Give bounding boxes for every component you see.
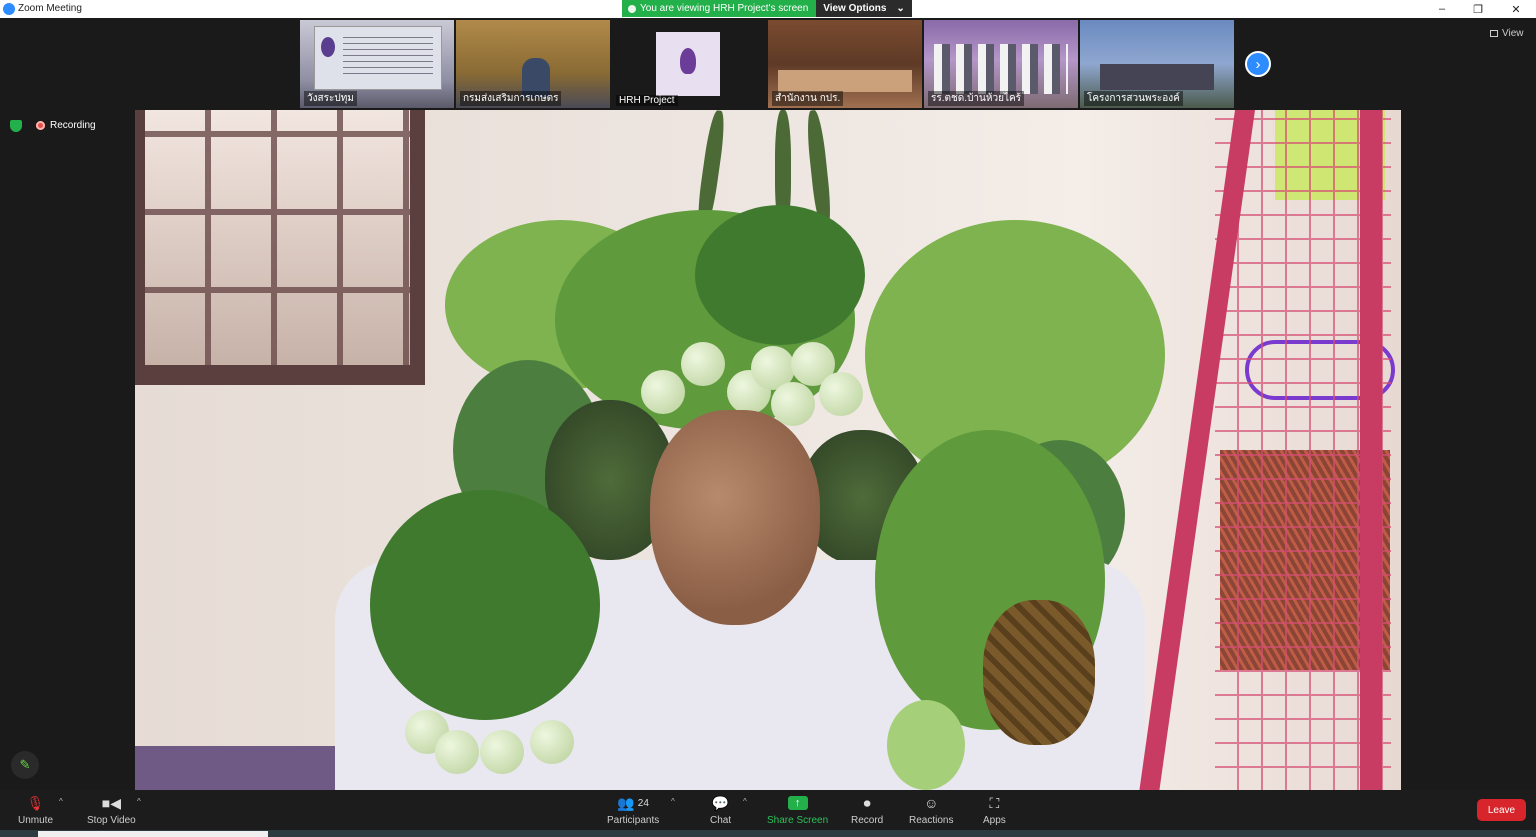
record-icon: ⏺ [863, 794, 871, 811]
recording-label: Recording [50, 120, 96, 131]
share-screen-icon: ↑ [787, 794, 808, 812]
chat-caret-icon[interactable]: ^ [743, 797, 747, 806]
share-screen-button[interactable]: ↑ Share Screen [767, 794, 828, 826]
shared-slide-image [314, 26, 442, 90]
stop-video-label: Stop Video [87, 815, 136, 826]
chat-bubble-icon: 💬 [711, 794, 730, 811]
screen-share-banner: You are viewing HRH Project's screen [622, 0, 816, 17]
close-button[interactable]: ✕ [1498, 0, 1534, 18]
participant-name: HRH Project [616, 95, 678, 106]
participant-name: วังสระปทุม [304, 91, 357, 106]
participant-name: กรมส่งเสริมการเกษตร [460, 91, 562, 106]
view-options-button[interactable]: View Options ⌄ [816, 0, 912, 17]
apps-icon: ⛶ [989, 794, 1000, 811]
participant-tile[interactable]: สำนักงาน กปร. [768, 20, 922, 108]
record-dot-icon [36, 121, 45, 130]
participant-name: รร.ตชด.บ้านห้วยไคร้ [928, 91, 1025, 106]
speaker-icon [628, 4, 636, 13]
next-page-button[interactable]: › [1245, 51, 1271, 77]
participant-video [1100, 64, 1214, 90]
view-label: View [1502, 28, 1524, 39]
window-title: Zoom Meeting [18, 3, 82, 14]
participant-tile[interactable]: HRH Project [612, 20, 766, 108]
share-banner-text: You are viewing HRH Project's screen [640, 3, 809, 14]
participant-avatar [656, 32, 720, 96]
recording-indicator[interactable]: Recording [36, 120, 96, 131]
participant-name: โครงการสวนพระองค์ [1084, 91, 1183, 106]
shared-screen [135, 110, 1401, 790]
apps-button[interactable]: ⛶ Apps [983, 794, 1006, 827]
participant-video [778, 70, 912, 92]
chevron-down-icon: ⌄ [896, 3, 905, 14]
minimize-button[interactable]: – [1424, 0, 1460, 18]
reactions-button[interactable]: ☺ Reactions [909, 794, 953, 826]
people-icon: 👥 [617, 794, 635, 811]
participants-count: 24 [637, 797, 649, 809]
shelf-image [1125, 110, 1401, 790]
record-label: Record [851, 815, 884, 826]
os-taskbar [0, 830, 1536, 837]
view-button[interactable]: View [1490, 28, 1524, 39]
participant-tile[interactable]: โครงการสวนพระองค์ [1080, 20, 1234, 108]
unmute-label: Unmute [18, 815, 54, 826]
participant-video [934, 44, 1068, 94]
share-screen-label: Share Screen [767, 815, 829, 826]
leave-button[interactable]: Leave [1477, 799, 1526, 821]
video-camera-icon: ■◀ [101, 794, 121, 811]
participant-strip: วังสระปทุม กรมส่งเสริมการเกษตร HRH Proje… [300, 20, 1234, 108]
participant-name: สำนักงาน กปร. [772, 91, 844, 106]
zoom-logo-icon [3, 3, 15, 15]
participant-tile[interactable]: รร.ตชด.บ้านห้วยไคร้ [924, 20, 1078, 108]
participants-caret-icon[interactable]: ^ [671, 797, 675, 806]
view-options-label: View Options [823, 3, 887, 14]
audio-options-caret-icon[interactable]: ^ [59, 797, 63, 806]
meeting-toolbar: 🎙 Unmute ^ ■◀ Stop Video ^ 👥 24 Particip… [0, 790, 1536, 830]
participants-label: Participants [607, 815, 660, 826]
reactions-label: Reactions [909, 815, 954, 826]
apps-label: Apps [983, 815, 1006, 826]
participant-tile[interactable]: กรมส่งเสริมการเกษตร [456, 20, 610, 108]
chat-button[interactable]: 💬 Chat [710, 794, 732, 827]
video-options-caret-icon[interactable]: ^ [137, 797, 141, 806]
restore-button[interactable]: ❐ [1460, 0, 1496, 18]
grid-icon [1490, 30, 1498, 37]
unmute-button[interactable]: 🎙 Unmute [18, 794, 54, 827]
participant-tile[interactable]: วังสระปทุม [300, 20, 454, 108]
participants-button[interactable]: 👥 24 Participants [607, 794, 660, 827]
mic-muted-icon: 🎙 [26, 794, 45, 811]
stop-video-button[interactable]: ■◀ Stop Video [87, 794, 136, 827]
pencil-icon[interactable]: ✎ [11, 751, 39, 779]
record-button[interactable]: ⏺ Record [851, 794, 884, 827]
shield-icon[interactable] [10, 120, 22, 132]
chat-label: Chat [710, 815, 732, 826]
emoji-icon: ☺ [924, 795, 939, 811]
